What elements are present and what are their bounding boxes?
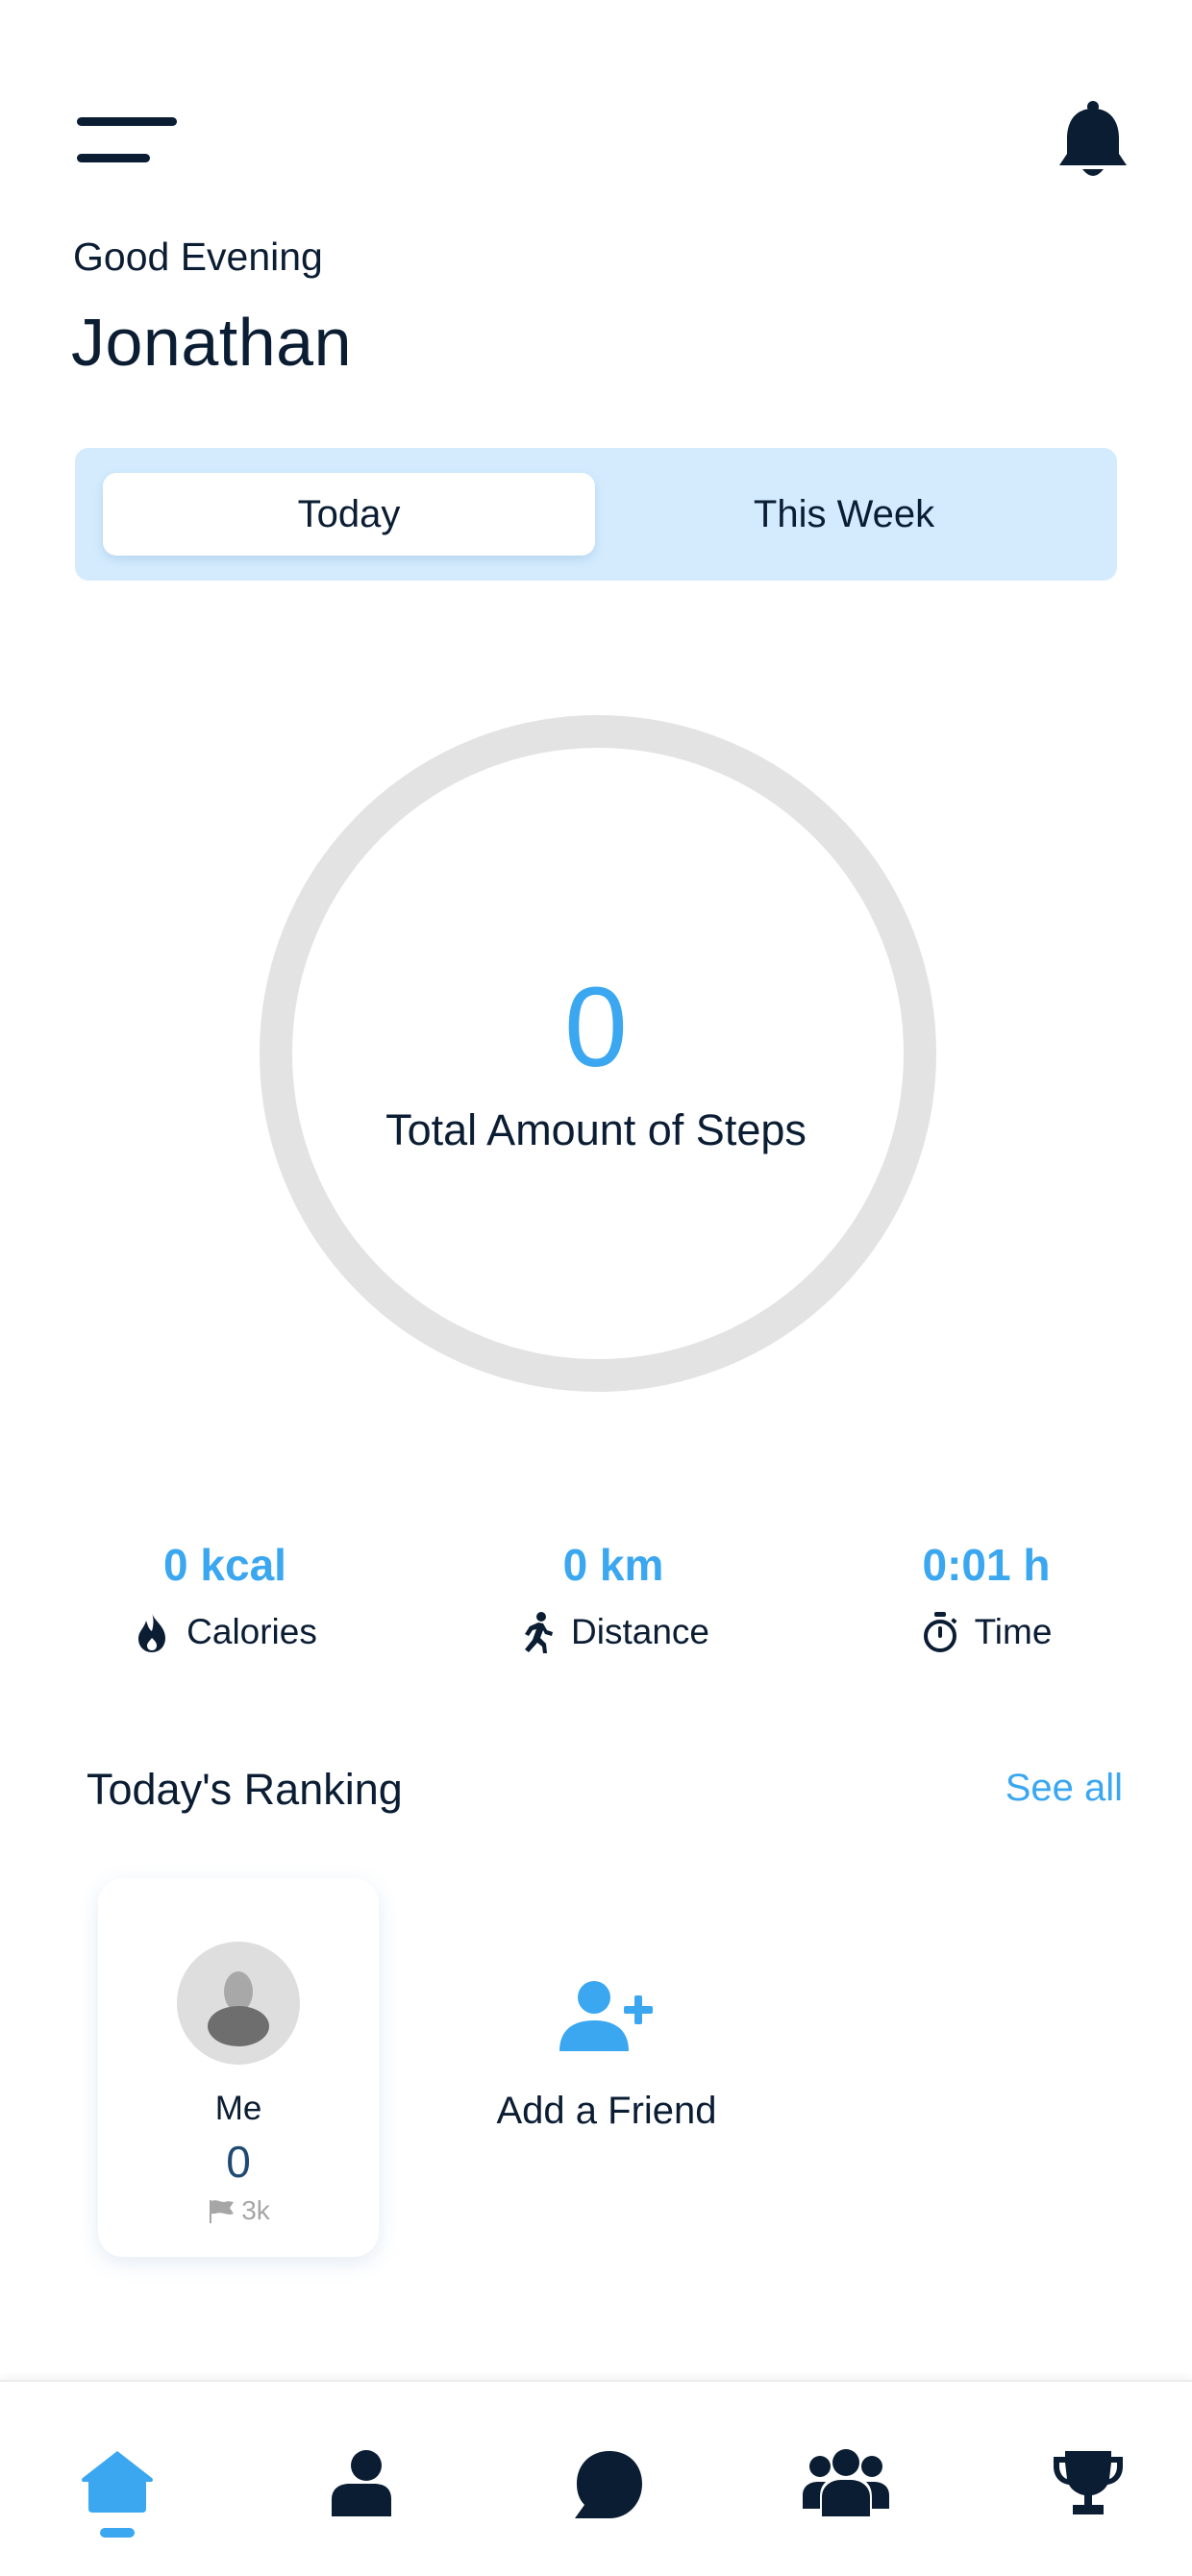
period-segment-control: Today This Week <box>75 448 1117 581</box>
home-icon <box>82 2451 153 2513</box>
menu-button[interactable] <box>77 113 177 169</box>
add-user-icon <box>559 1981 653 2051</box>
ranking-title: Today's Ranking <box>87 1765 403 1814</box>
time-label: Time <box>974 1612 1053 1651</box>
flag-icon <box>210 2200 235 2223</box>
avatar-placeholder-icon <box>208 1971 269 2046</box>
avatar <box>177 1942 300 2065</box>
goal-value: 3k <box>241 2195 270 2225</box>
group-icon <box>803 2449 889 2516</box>
my-goal: 3k <box>98 2195 379 2226</box>
time-stat: 0:01 h Time <box>842 1538 1130 1653</box>
distance-stat: 0 km Distance <box>469 1538 757 1653</box>
tab-this-week[interactable]: This Week <box>598 473 1090 556</box>
flame-icon <box>138 1613 166 1652</box>
greeting-text: Good Evening <box>73 235 323 279</box>
hamburger-menu-icon-bar <box>77 154 150 162</box>
steps-label: Total Amount of Steps <box>385 1105 807 1154</box>
my-ranking-card[interactable]: Me 0 3k <box>98 1878 379 2257</box>
add-friend-label: Add a Friend <box>496 2090 717 2132</box>
chat-bubble-icon <box>575 2451 642 2518</box>
my-steps: 0 <box>226 2137 251 2187</box>
person-icon <box>332 2450 391 2516</box>
my-name: Me <box>214 2090 262 2127</box>
hamburger-menu-icon <box>77 117 177 126</box>
running-person-icon <box>525 1612 554 1653</box>
user-name: Jonathan <box>71 305 353 380</box>
nav-friend[interactable] <box>285 2382 438 2564</box>
notifications-button[interactable] <box>1055 100 1130 183</box>
steps-count: 0 <box>564 964 628 1091</box>
active-tab-indicator <box>100 2528 135 2538</box>
distance-value: 0 km <box>562 1540 664 1590</box>
time-value: 0:01 h <box>922 1540 1051 1590</box>
bottom-navigation <box>0 2380 1192 2576</box>
nav-trophy[interactable] <box>1011 2382 1165 2564</box>
see-all-link[interactable]: See all <box>1006 1767 1123 1810</box>
nav-groups[interactable] <box>769 2382 923 2564</box>
trophy-icon <box>1054 2451 1123 2514</box>
nav-chat[interactable] <box>531 2382 684 2564</box>
stopwatch-icon <box>923 1612 956 1652</box>
nav-home[interactable] <box>40 2382 194 2564</box>
tab-today[interactable]: Today <box>103 473 595 556</box>
distance-label: Distance <box>571 1612 709 1651</box>
calories-stat: 0 kcal Calories <box>81 1538 369 1653</box>
bell-icon <box>1059 101 1127 176</box>
calories-value: 0 kcal <box>163 1540 286 1590</box>
add-friend-button[interactable]: Add a Friend <box>481 1980 733 2172</box>
calories-label: Calories <box>186 1612 317 1651</box>
